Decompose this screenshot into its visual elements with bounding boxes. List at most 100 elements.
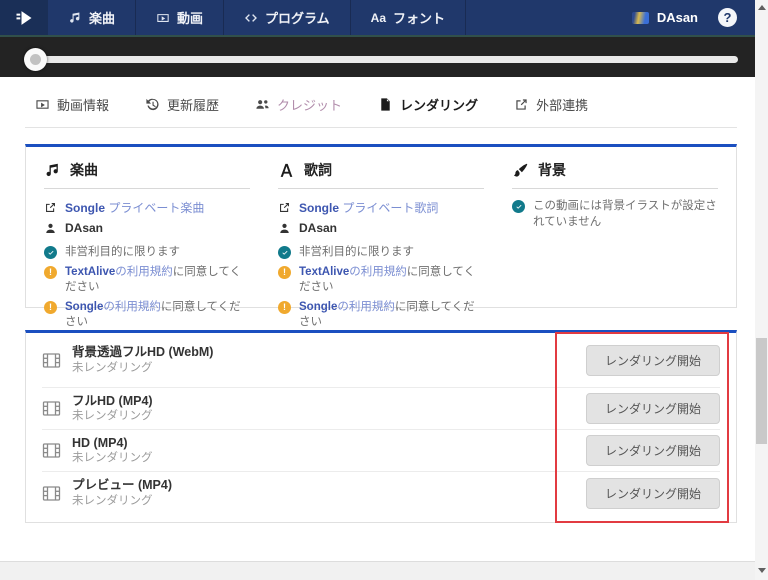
license-note: 非営利目的に限ります <box>278 245 484 261</box>
start-render-button[interactable]: レンダリング開始 <box>586 393 720 424</box>
external-link-icon <box>280 203 289 212</box>
background-status-text: この動画には背景イラストが設定されていません <box>533 200 717 228</box>
render-status: 未レンダリング <box>72 410 153 423</box>
vertical-scrollbar[interactable] <box>755 0 768 580</box>
user-menu[interactable]: DAsan <box>618 0 712 35</box>
nav-item-fonts[interactable]: Aa フォント <box>351 0 467 35</box>
lyrics-link-service[interactable]: Songle <box>299 201 339 215</box>
music-column-title: 楽曲 <box>70 162 98 178</box>
tab-credits[interactable]: クレジット <box>255 94 342 114</box>
warning-circle-icon: ! <box>44 265 57 279</box>
nav-item-videos[interactable]: 動画 <box>136 0 225 35</box>
render-format-title: プレビュー (MP4) <box>72 478 173 492</box>
lyrics-column: 歌詞 Songle プライベート歌詞 DAsan 非営利目的に限ります ! Te… <box>278 160 484 331</box>
lyrics-source-link[interactable]: Songle プライベート歌詞 <box>278 199 484 216</box>
music-link-name[interactable]: プライベート楽曲 <box>108 201 204 215</box>
person-icon <box>280 223 289 233</box>
film-icon <box>42 352 61 368</box>
video-player-bar <box>0 35 755 77</box>
scrollbar-thumb[interactable] <box>756 338 767 444</box>
background-column-header: 背景 <box>512 160 718 189</box>
film-icon <box>42 485 61 501</box>
textalive-editor-page: 楽曲 動画 プログラム Aa フォント DAsan ? 動画情報 更新履歴 クレ… <box>0 0 768 580</box>
music-column: 楽曲 Songle プライベート楽曲 DAsan 非営利目的に限ります ! Te… <box>44 160 250 331</box>
terms-link[interactable]: の利用規約 <box>103 301 161 313</box>
help-button[interactable]: ? <box>718 8 737 27</box>
music-notes: 非営利目的に限ります ! TextAliveの利用規約に同意してください ! S… <box>44 245 250 331</box>
tab-update-history[interactable]: 更新履歴 <box>145 94 219 114</box>
check-circle-icon <box>44 246 57 259</box>
seek-slider[interactable] <box>24 48 738 71</box>
lyrics-author-row: DAsan <box>278 221 484 235</box>
lyrics-link-name[interactable]: プライベート歌詞 <box>342 201 438 215</box>
license-note-text: 非営利目的に限ります <box>299 246 414 258</box>
check-circle-icon <box>278 246 291 259</box>
lyrics-column-title: 歌詞 <box>304 162 332 178</box>
letter-a-icon <box>280 163 293 177</box>
tab-rendering[interactable]: レンダリング <box>378 94 478 114</box>
lyrics-notes: 非営利目的に限ります ! TextAliveの利用規約に同意してください ! S… <box>278 245 484 331</box>
detail-tabs: 動画情報 更新履歴 クレジット レンダリング 外部連携 <box>25 87 737 128</box>
nav-item-songs[interactable]: 楽曲 <box>48 0 137 35</box>
video-info-icon <box>36 99 49 109</box>
textalive-logo[interactable] <box>0 0 48 35</box>
render-row-mp4-fullhd: フルHD (MP4) 未レンダリング レンダリング開始 <box>42 388 720 430</box>
terms-warning: ! Songleの利用規約に同意してください <box>278 300 484 331</box>
terms-link-service[interactable]: TextAlive <box>65 266 115 278</box>
render-row-mp4-preview: プレビュー (MP4) 未レンダリング レンダリング開始 <box>42 472 720 514</box>
film-icon <box>42 401 61 416</box>
nav-item-label: プログラム <box>265 11 330 26</box>
terms-warning: ! TextAliveの利用規約に同意してください <box>278 265 484 296</box>
people-icon <box>256 99 269 109</box>
music-link-service[interactable]: Songle <box>65 201 105 215</box>
footer-strip <box>0 561 768 580</box>
history-icon <box>146 98 159 110</box>
font-icon: Aa <box>370 10 386 25</box>
tab-external-link[interactable]: 外部連携 <box>514 94 588 114</box>
external-link-icon <box>46 203 55 212</box>
start-render-button[interactable]: レンダリング開始 <box>586 344 720 376</box>
tab-label: 外部連携 <box>536 97 589 113</box>
music-source-link[interactable]: Songle プライベート楽曲 <box>44 199 250 216</box>
nav-item-label: フォント <box>393 11 446 26</box>
terms-link[interactable]: の利用規約 <box>349 266 407 278</box>
tab-label: レンダリング <box>400 97 479 113</box>
lyrics-author: DAsan <box>299 221 338 235</box>
scrollbar-up-arrow[interactable] <box>755 0 768 15</box>
music-note-icon <box>46 163 58 176</box>
music-author-row: DAsan <box>44 221 250 235</box>
music-note-icon <box>70 11 80 23</box>
terms-link-service[interactable]: Songle <box>299 301 337 313</box>
video-icon <box>157 13 169 22</box>
render-format-title: 背景透過フルHD (WebM) <box>72 345 214 359</box>
start-render-button[interactable]: レンダリング開始 <box>586 477 720 509</box>
terms-warning: ! Songleの利用規約に同意してください <box>44 300 250 331</box>
avatar <box>631 11 649 24</box>
terms-link-service[interactable]: Songle <box>65 301 103 313</box>
scrollbar-down-arrow[interactable] <box>755 563 768 578</box>
tab-label: クレジット <box>277 97 343 113</box>
background-status-note: この動画には背景イラストが設定されていません <box>512 199 718 230</box>
tab-label: 更新履歴 <box>167 97 220 113</box>
film-icon <box>42 443 61 458</box>
paintbrush-icon <box>513 163 528 177</box>
nav-item-label: 楽曲 <box>89 11 116 26</box>
background-notes: この動画には背景イラストが設定されていません <box>512 199 718 230</box>
render-status: 未レンダリング <box>72 361 153 374</box>
render-row-mp4-hd: HD (MP4) 未レンダリング レンダリング開始 <box>42 430 720 472</box>
background-column-title: 背景 <box>538 162 566 178</box>
tab-video-info[interactable]: 動画情報 <box>35 94 109 114</box>
seek-slider-thumb[interactable] <box>24 48 47 71</box>
terms-link[interactable]: の利用規約 <box>115 266 173 278</box>
nav-item-label: 動画 <box>177 11 204 26</box>
warning-circle-icon: ! <box>278 265 291 279</box>
external-link-icon <box>516 98 527 110</box>
terms-link-service[interactable]: TextAlive <box>299 266 349 278</box>
nav-item-programs[interactable]: プログラム <box>224 0 351 35</box>
render-format-title: HD (MP4) <box>72 435 128 450</box>
render-status: 未レンダリング <box>72 452 153 465</box>
start-render-button[interactable]: レンダリング開始 <box>586 435 720 466</box>
render-status: 未レンダリング <box>72 494 153 507</box>
terms-link[interactable]: の利用規約 <box>337 301 395 313</box>
